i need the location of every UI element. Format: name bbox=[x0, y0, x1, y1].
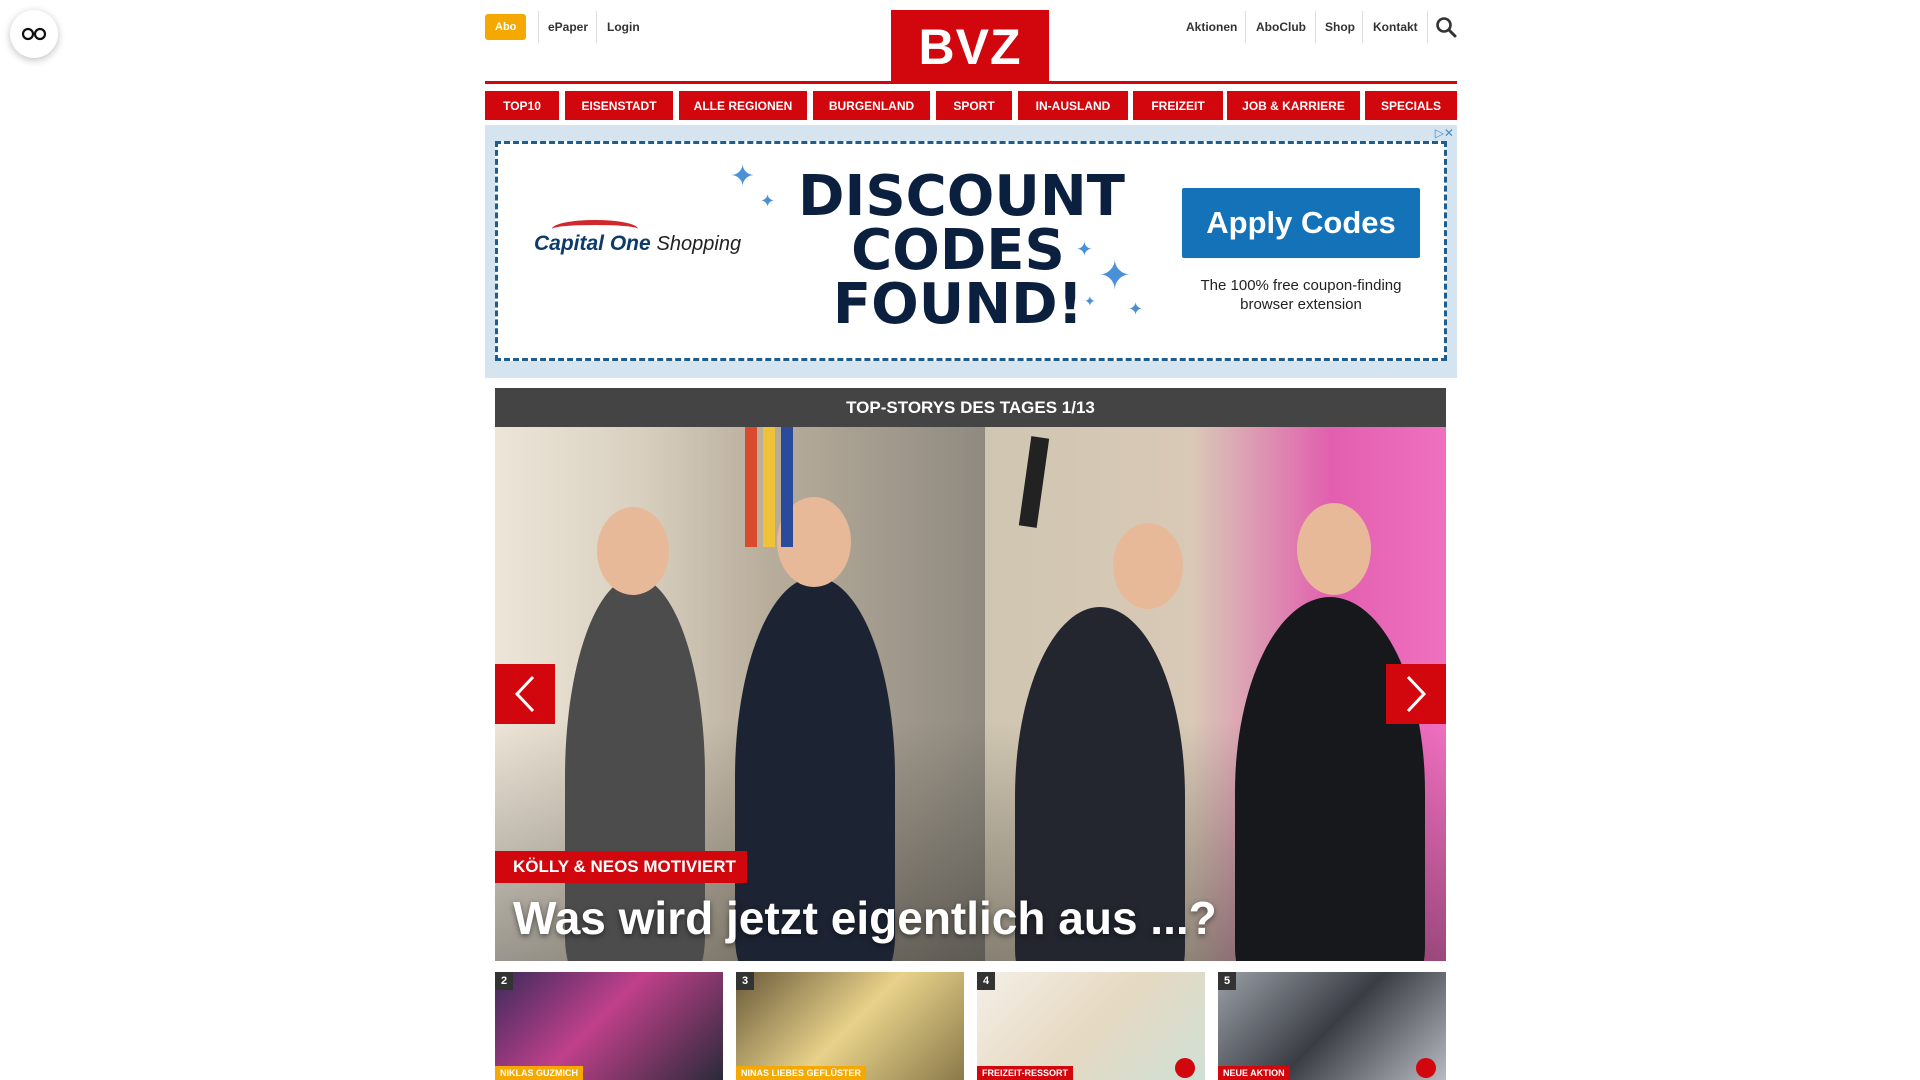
person-head bbox=[597, 507, 669, 595]
divider bbox=[1315, 11, 1316, 43]
main-navigation: TOP10 EISENSTADT ALLE REGIONEN BURGENLAN… bbox=[485, 91, 1457, 120]
carousel-prev-button[interactable] bbox=[495, 664, 555, 724]
microphone bbox=[1018, 436, 1050, 528]
abo-button[interactable]: Abo bbox=[485, 14, 527, 40]
sparkle-icon: ✦ bbox=[1098, 254, 1132, 298]
nav-item-freizeit[interactable]: FREIZEIT bbox=[1133, 91, 1223, 120]
thumbnail-tag: FREIZEIT-RESSORT bbox=[977, 1066, 1074, 1080]
thumbnail-story[interactable]: 2 NIKLAS GUZMICH bbox=[495, 972, 723, 1080]
person-head bbox=[1113, 523, 1183, 609]
thumbnail-number: 5 bbox=[1218, 972, 1236, 990]
top-stories-carousel: TOP-STORYS DES TAGES 1/13 KÖLLY & NEOS M… bbox=[495, 388, 1446, 961]
nav-item-top10[interactable]: TOP10 bbox=[485, 91, 559, 120]
ad-subtext: The 100% free coupon-finding browser ext… bbox=[1200, 277, 1402, 313]
sparkle-icon: ✦ bbox=[1128, 299, 1144, 319]
divider bbox=[596, 11, 597, 43]
reader-mode-button[interactable] bbox=[10, 10, 58, 58]
chevron-left-icon bbox=[514, 675, 535, 713]
story-headline[interactable]: Was wird jetzt eigentlich aus ...? bbox=[513, 891, 1217, 945]
flag bbox=[763, 427, 775, 547]
apply-codes-button[interactable]: Apply Codes bbox=[1182, 188, 1420, 258]
ad-brand-logo: Capital One Shopping bbox=[534, 232, 741, 256]
divider bbox=[1427, 11, 1428, 43]
nav-item-burgenland[interactable]: BURGENLAND bbox=[813, 91, 930, 120]
divider bbox=[1362, 11, 1363, 43]
nav-item-job-karriere[interactable]: JOB & KARRIERE bbox=[1227, 91, 1360, 120]
site: Abo ePaper Login BVZ Aktionen AboClub Sh… bbox=[485, 0, 1457, 1080]
ad-headline-line: DISCOUNT bbox=[798, 164, 1125, 229]
chevron-right-icon bbox=[1406, 675, 1427, 713]
nav-item-specials[interactable]: SPECIALS bbox=[1365, 91, 1457, 120]
ad-choices-icon[interactable]: ▷✕ bbox=[1435, 126, 1454, 140]
ad-brand-suffix: Shopping bbox=[656, 233, 742, 255]
site-logo[interactable]: BVZ bbox=[891, 10, 1049, 84]
kontakt-link[interactable]: Kontakt bbox=[1373, 11, 1418, 43]
sparkle-icon: ✦ bbox=[1076, 239, 1093, 261]
person-head bbox=[1297, 503, 1371, 595]
nav-item-eisenstadt[interactable]: EISENSTADT bbox=[565, 91, 673, 120]
advertisement-banner[interactable]: ▷✕ Capital One Shopping ✦ ✦ DISCOUNT COD… bbox=[485, 125, 1457, 378]
thumbnail-story[interactable]: 4 FREIZEIT-RESSORT bbox=[977, 972, 1205, 1080]
ad-headline-line: CODES bbox=[851, 218, 1065, 283]
glasses-icon bbox=[21, 27, 47, 41]
nav-item-in-ausland[interactable]: IN-AUSLAND bbox=[1018, 91, 1128, 120]
sparkle-icon: ✦ bbox=[760, 191, 776, 211]
nav-item-sport[interactable]: SPORT bbox=[936, 91, 1012, 120]
story-photo-right bbox=[985, 427, 1446, 961]
thumbnail-number: 2 bbox=[495, 972, 513, 990]
sparkle-icon: ✦ bbox=[1084, 293, 1096, 309]
story-thumbnails: 2 NIKLAS GUZMICH 3 NINAS LIEBES GEFLÜSTE… bbox=[495, 972, 1446, 1080]
shop-link[interactable]: Shop bbox=[1325, 11, 1355, 43]
thumbnail-tag: NIKLAS GUZMICH bbox=[495, 1066, 583, 1080]
hero-story[interactable]: KÖLLY & NEOS MOTIVIERT Was wird jetzt ei… bbox=[495, 427, 1446, 961]
epaper-link[interactable]: ePaper bbox=[548, 11, 588, 43]
aboclub-link[interactable]: AboClub bbox=[1256, 11, 1306, 43]
carousel-next-button[interactable] bbox=[1386, 664, 1446, 724]
search-icon[interactable] bbox=[1435, 16, 1457, 38]
nav-item-alle-regionen[interactable]: ALLE REGIONEN bbox=[679, 91, 807, 120]
ad-headline-line: FOUND! bbox=[832, 272, 1084, 337]
thumbnail-story[interactable]: 3 NINAS LIEBES GEFLÜSTER bbox=[736, 972, 964, 1080]
top-stories-header: TOP-STORYS DES TAGES 1/13 bbox=[495, 388, 1446, 427]
divider bbox=[538, 11, 539, 43]
instagram-icon bbox=[1175, 1058, 1195, 1078]
thumbnail-number: 3 bbox=[736, 972, 754, 990]
thumbnail-tag: NINAS LIEBES GEFLÜSTER bbox=[736, 1066, 867, 1080]
thumbnail-number: 4 bbox=[977, 972, 995, 990]
divider bbox=[1245, 11, 1246, 43]
aktionen-link[interactable]: Aktionen bbox=[1186, 11, 1237, 43]
thumbnail-tag: NEUE AKTION bbox=[1218, 1066, 1290, 1080]
flag bbox=[781, 427, 793, 547]
person-figure bbox=[1235, 597, 1425, 961]
instagram-icon bbox=[1416, 1058, 1436, 1078]
flag bbox=[745, 427, 757, 547]
story-kicker: KÖLLY & NEOS MOTIVIERT bbox=[495, 851, 747, 883]
login-link[interactable]: Login bbox=[607, 11, 640, 43]
thumbnail-story[interactable]: 5 NEUE AKTION bbox=[1218, 972, 1446, 1080]
ad-headline: DISCOUNT CODES FOUND! bbox=[798, 164, 1125, 337]
header: Abo ePaper Login BVZ Aktionen AboClub Sh… bbox=[485, 0, 1457, 84]
ad-content: Capital One Shopping ✦ ✦ DISCOUNT CODES … bbox=[495, 141, 1447, 361]
ad-brand-name: Capital One bbox=[534, 232, 651, 255]
sparkle-icon: ✦ bbox=[730, 160, 756, 193]
